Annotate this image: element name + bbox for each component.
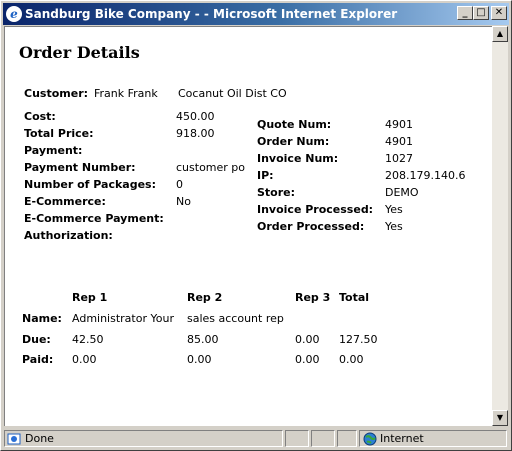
invoice-processed-value: Yes: [385, 203, 403, 216]
payment-number-value: customer po: [176, 161, 246, 174]
order-processed-label: Order Processed:: [257, 220, 365, 233]
rep1-paid: 0.00: [72, 353, 97, 366]
ip-label: IP:: [257, 169, 274, 182]
close-button[interactable]: ✕: [491, 6, 507, 20]
window-title: Sandburg Bike Company - - Microsoft Inte…: [25, 7, 398, 21]
invoice-num-label: Invoice Num:: [257, 152, 339, 165]
page-title: Order Details: [19, 43, 140, 62]
ecommerce-label: E-Commerce:: [24, 195, 106, 208]
rep1-name: Administrator Your: [72, 312, 174, 325]
customer-label: Customer:: [24, 87, 89, 100]
customer-company: Cocanut Oil Dist CO: [178, 87, 287, 100]
status-text: Done: [25, 432, 54, 445]
ecommerce-payment-label: E-Commerce Payment:: [24, 212, 164, 225]
rep3-paid: 0.00: [295, 353, 320, 366]
rep2-header: Rep 2: [187, 291, 223, 304]
rep-paid-label: Paid:: [22, 353, 54, 366]
zone-text: Internet: [380, 432, 424, 445]
rep1-header: Rep 1: [72, 291, 108, 304]
authorization-label: Authorization:: [24, 229, 113, 242]
payment-number-label: Payment Number:: [24, 161, 136, 174]
total-price-label: Total Price:: [24, 127, 94, 140]
internet-globe-icon: [363, 432, 377, 446]
rep-due-label: Due:: [22, 333, 51, 346]
customer-name: Frank Frank: [94, 87, 158, 100]
rep2-paid: 0.00: [187, 353, 212, 366]
status-cell-2: [311, 430, 335, 447]
ie-logo-icon: e: [6, 6, 22, 22]
status-bar: Done Internet: [3, 428, 509, 448]
scroll-down-button[interactable]: ▼: [492, 410, 508, 426]
order-num-value: 4901: [385, 135, 413, 148]
total-header: Total: [339, 291, 370, 304]
rep3-header: Rep 3: [295, 291, 331, 304]
invoice-num-value: 1027: [385, 152, 413, 165]
payment-label: Payment:: [24, 144, 83, 157]
rep2-name: sales account rep: [187, 312, 284, 325]
total-due: 127.50: [339, 333, 378, 346]
vertical-scrollbar[interactable]: ▲ ▼: [492, 26, 508, 426]
order-num-label: Order Num:: [257, 135, 330, 148]
invoice-processed-label: Invoice Processed:: [257, 203, 374, 216]
ecommerce-value: No: [176, 195, 191, 208]
status-zone-cell: Internet: [359, 430, 507, 447]
quote-num-value: 4901: [385, 118, 413, 131]
browser-window: e Sandburg Bike Company - - Microsoft In…: [0, 0, 512, 451]
cost-value: 450.00: [176, 110, 215, 123]
ip-value: 208.179.140.6: [385, 169, 466, 182]
rep-name-label: Name:: [22, 312, 62, 325]
status-cell-3: [337, 430, 357, 447]
packages-value: 0: [176, 178, 183, 191]
packages-label: Number of Packages:: [24, 178, 156, 191]
title-bar[interactable]: e Sandburg Bike Company - - Microsoft In…: [3, 3, 509, 25]
status-cell-1: [285, 430, 309, 447]
scroll-up-button[interactable]: ▲: [492, 26, 508, 42]
page-content: Order Details Customer: Frank Frank Coca…: [4, 26, 492, 426]
order-processed-value: Yes: [385, 220, 403, 233]
total-price-value: 918.00: [176, 127, 215, 140]
store-label: Store:: [257, 186, 296, 199]
maximize-button[interactable]: □: [473, 6, 489, 20]
quote-num-label: Quote Num:: [257, 118, 332, 131]
minimize-button[interactable]: _: [457, 6, 473, 20]
rep2-due: 85.00: [187, 333, 219, 346]
store-value: DEMO: [385, 186, 419, 199]
cost-label: Cost:: [24, 110, 56, 123]
rep3-due: 0.00: [295, 333, 320, 346]
total-paid: 0.00: [339, 353, 364, 366]
status-main-cell: Done: [4, 430, 283, 447]
page-done-icon: [7, 433, 21, 445]
rep1-due: 42.50: [72, 333, 104, 346]
